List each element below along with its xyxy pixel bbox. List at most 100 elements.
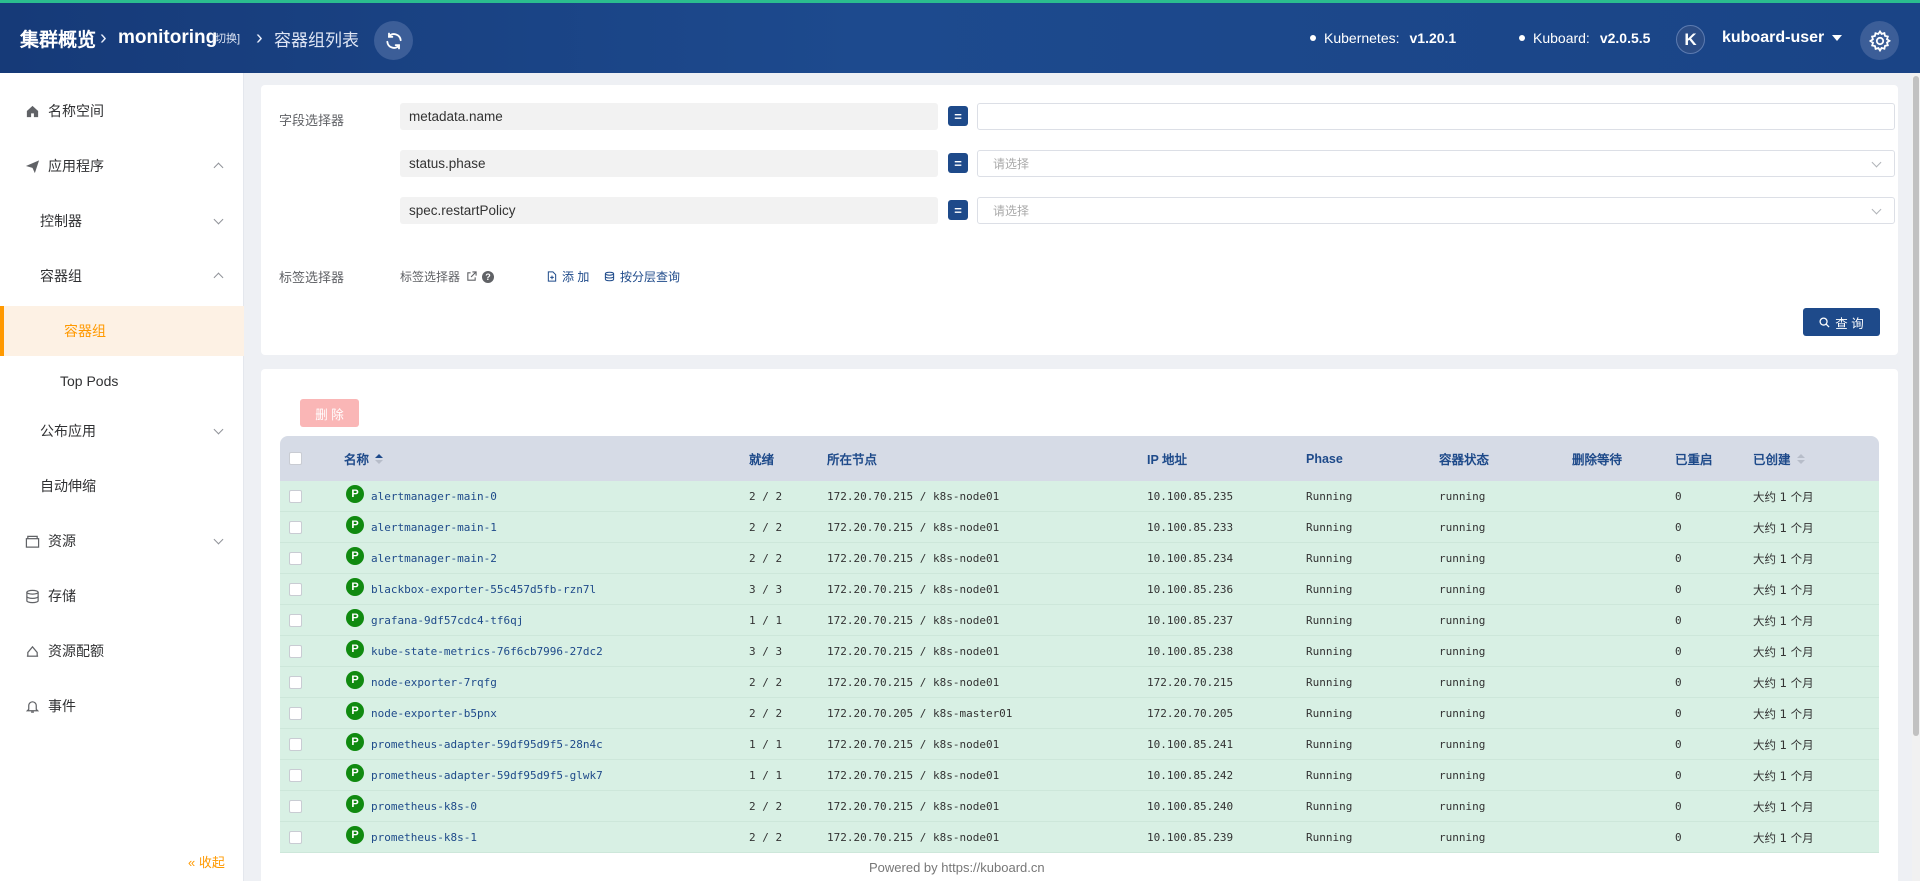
cell-created: 大约 1 个月 bbox=[1753, 551, 1814, 566]
pod-name-link[interactable]: grafana-9df57cdc4-tf6qj bbox=[371, 605, 523, 636]
footer-text[interactable]: Powered by https://kuboard.cn bbox=[869, 860, 1045, 875]
box-icon bbox=[24, 533, 40, 549]
user-menu[interactable]: kuboard-user bbox=[1722, 3, 1843, 73]
sidebar-item-events[interactable]: 事件 bbox=[0, 681, 244, 731]
row-checkbox[interactable] bbox=[289, 831, 302, 844]
phase-badge: P bbox=[346, 826, 364, 844]
table-row[interactable]: Palertmanager-main-1 2 / 2 172.20.70.215 /… bbox=[280, 512, 1879, 543]
metadata-name-input[interactable] bbox=[977, 103, 1895, 130]
add-label-button[interactable]: 添 加 bbox=[547, 268, 589, 285]
pod-name-link[interactable]: kube-state-metrics-76f6cb7996-27dc2 bbox=[371, 636, 603, 667]
row-checkbox[interactable] bbox=[289, 552, 302, 565]
row-checkbox[interactable] bbox=[289, 645, 302, 658]
cell-phase: Running bbox=[1306, 769, 1353, 782]
search-icon bbox=[1819, 316, 1830, 328]
help-icon[interactable]: ? bbox=[482, 270, 495, 283]
table-row[interactable]: Palertmanager-main-0 2 / 2 172.20.70.215 /… bbox=[280, 481, 1879, 512]
sidebar-item-publish[interactable]: 公布应用 bbox=[0, 406, 244, 456]
sidebar-item-storage[interactable]: 存储 bbox=[0, 571, 244, 621]
label-selector-link[interactable]: 标签选择器 ? bbox=[400, 268, 495, 285]
pod-name-link[interactable]: prometheus-adapter-59df95d9f5-glwk7 bbox=[371, 760, 603, 791]
sort-icon[interactable] bbox=[1796, 453, 1805, 464]
cell-created: 大约 1 个月 bbox=[1753, 799, 1814, 814]
table-row[interactable]: Palertmanager-main-2 2 / 2 172.20.70.215 /… bbox=[280, 543, 1879, 574]
pod-name-link[interactable]: alertmanager-main-2 bbox=[371, 543, 497, 574]
table-row[interactable]: Pprometheus-adapter-59df95d9f5-28n4c 1 / … bbox=[280, 729, 1879, 760]
table-row[interactable]: Pnode-exporter-7rqfg 2 / 2 172.20.70.215 /… bbox=[280, 667, 1879, 698]
select-all-checkbox[interactable] bbox=[289, 452, 302, 465]
sidebar-item-autoscaling[interactable]: 自动伸缩 bbox=[0, 461, 244, 511]
pod-name-link[interactable]: prometheus-k8s-1 bbox=[371, 822, 477, 853]
pod-name-link[interactable]: prometheus-adapter-59df95d9f5-28n4c bbox=[371, 729, 603, 760]
row-checkbox[interactable] bbox=[289, 707, 302, 720]
pod-table-panel: 删 除 名称 就绪 所在节点 IP 地址 Phase 容器状态 删除等待 已重启… bbox=[261, 369, 1898, 881]
switch-namespace-link[interactable]: [切换] bbox=[212, 3, 240, 73]
breadcrumb-current-page: 容器组列表 bbox=[274, 30, 359, 50]
sidebar-item-namespaces[interactable]: 名称空间 bbox=[0, 86, 244, 136]
breadcrumb-cluster-overview[interactable]: 集群概览 bbox=[20, 3, 96, 73]
field-key-status-phase: status.phase bbox=[400, 150, 938, 177]
cell-phase: Running bbox=[1306, 490, 1353, 503]
chevron-down-icon bbox=[1871, 157, 1882, 168]
pod-name-link[interactable]: node-exporter-b5pnx bbox=[371, 698, 497, 729]
row-checkbox[interactable] bbox=[289, 521, 302, 534]
pod-name-link[interactable]: alertmanager-main-1 bbox=[371, 512, 497, 543]
column-header-name[interactable]: 名称 bbox=[344, 436, 384, 481]
cell-restarts: 0 bbox=[1675, 645, 1682, 658]
cell-ip: 10.100.85.239 bbox=[1147, 831, 1234, 844]
breadcrumb-namespace[interactable]: monitoring bbox=[118, 3, 217, 73]
row-checkbox[interactable] bbox=[289, 676, 302, 689]
sidebar-item-resources[interactable]: 资源 bbox=[0, 516, 244, 566]
sort-icon[interactable] bbox=[375, 453, 384, 464]
cell-node: 172.20.70.215 / k8s-node01 bbox=[827, 521, 1000, 534]
table-row[interactable]: Pnode-exporter-b5pnx 2 / 2 172.20.70.205 /… bbox=[280, 698, 1879, 729]
restart-policy-select[interactable]: 请选择 bbox=[977, 197, 1895, 224]
sidebar-item-pods[interactable]: 容器组 bbox=[0, 306, 244, 356]
row-checkbox[interactable] bbox=[289, 769, 302, 782]
operator-equals[interactable]: = bbox=[948, 200, 968, 220]
row-checkbox[interactable] bbox=[289, 583, 302, 596]
sidebar-item-top-pods[interactable]: Top Pods bbox=[0, 356, 244, 406]
cell-created: 大约 1 个月 bbox=[1753, 582, 1814, 597]
pod-name-link[interactable]: blackbox-exporter-55c457d5fb-rzn7l bbox=[371, 574, 596, 605]
cell-restarts: 0 bbox=[1675, 490, 1682, 503]
sidebar-item-pod-group[interactable]: 容器组 bbox=[0, 251, 244, 301]
refresh-button[interactable] bbox=[374, 21, 413, 60]
table-row[interactable]: Pkube-state-metrics-76f6cb7996-27dc2 3 / … bbox=[280, 636, 1879, 667]
operator-equals[interactable]: = bbox=[948, 153, 968, 173]
pod-name-link[interactable]: alertmanager-main-0 bbox=[371, 481, 497, 512]
settings-button[interactable] bbox=[1860, 21, 1899, 60]
pod-name-link[interactable]: node-exporter-7rqfg bbox=[371, 667, 497, 698]
collapse-sidebar-button[interactable]: « 收起 bbox=[188, 852, 225, 871]
cell-phase: Running bbox=[1306, 676, 1353, 689]
top-header: 集群概览 › monitoring [切换] › 容器组列表 Kubernete… bbox=[0, 0, 1920, 73]
pod-name-link[interactable]: prometheus-k8s-0 bbox=[371, 791, 477, 822]
row-checkbox[interactable] bbox=[289, 800, 302, 813]
row-checkbox[interactable] bbox=[289, 738, 302, 751]
column-header-created[interactable]: 已创建 bbox=[1753, 436, 1805, 481]
row-checkbox[interactable] bbox=[289, 490, 302, 503]
table-row[interactable]: Pgrafana-9df57cdc4-tf6qj 1 / 1 172.20.70.2… bbox=[280, 605, 1879, 636]
cell-restarts: 0 bbox=[1675, 831, 1682, 844]
sidebar-item-label: 事件 bbox=[48, 698, 76, 714]
sidebar-item-quota[interactable]: 资源配额 bbox=[0, 626, 244, 676]
cell-ip: 10.100.85.238 bbox=[1147, 645, 1234, 658]
table-row[interactable]: Pprometheus-adapter-59df95d9f5-glwk7 1 / … bbox=[280, 760, 1879, 791]
sidebar-item-label: 容器组 bbox=[40, 268, 82, 284]
kuboard-version-value: v2.0.5.5 bbox=[1599, 30, 1651, 46]
avatar[interactable]: K bbox=[1676, 25, 1705, 54]
status-phase-select[interactable]: 请选择 bbox=[977, 150, 1895, 177]
table-row[interactable]: Pblackbox-exporter-55c457d5fb-rzn7l 3 / 3… bbox=[280, 574, 1879, 605]
layered-query-button[interactable]: 按分层查询 bbox=[604, 268, 680, 285]
row-checkbox[interactable] bbox=[289, 614, 302, 627]
table-row[interactable]: Pprometheus-k8s-0 2 / 2 172.20.70.215 / k8… bbox=[280, 791, 1879, 822]
scrollbar-thumb[interactable] bbox=[1913, 76, 1919, 736]
sidebar-item-controllers[interactable]: 控制器 bbox=[0, 196, 244, 246]
operator-equals[interactable]: = bbox=[948, 106, 968, 126]
cell-phase: Running bbox=[1306, 645, 1353, 658]
database-icon bbox=[24, 588, 40, 604]
delete-button[interactable]: 删 除 bbox=[300, 399, 359, 427]
sidebar-item-applications[interactable]: 应用程序 bbox=[0, 141, 244, 191]
table-row[interactable]: Pprometheus-k8s-1 2 / 2 172.20.70.215 / k8… bbox=[280, 822, 1879, 853]
query-button[interactable]: 查 询 bbox=[1803, 308, 1880, 336]
